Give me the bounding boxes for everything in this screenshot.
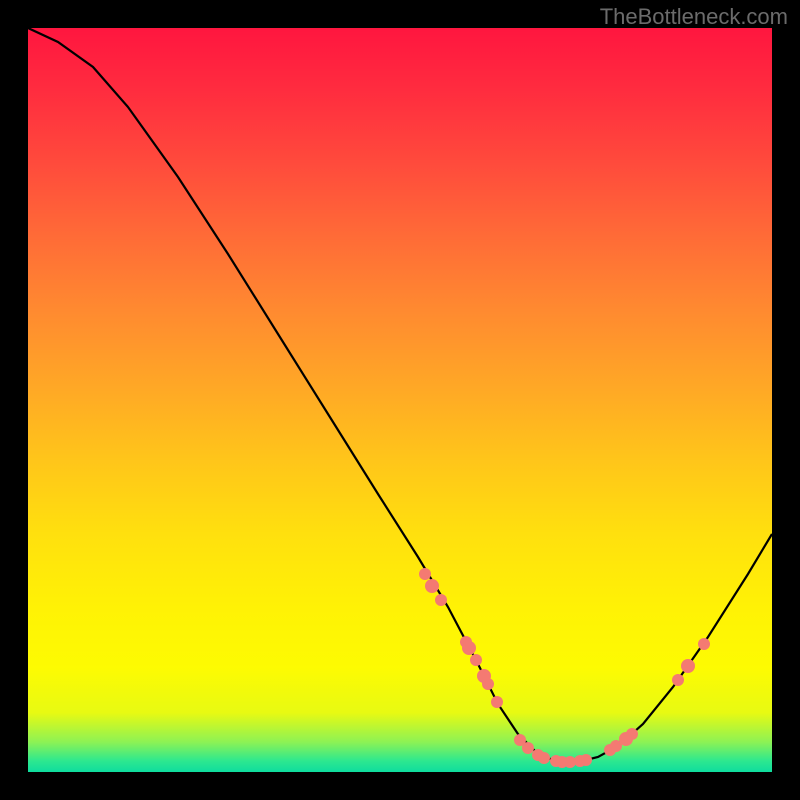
data-point [419, 568, 431, 580]
data-point [435, 594, 447, 606]
data-point [462, 641, 476, 655]
data-point [672, 674, 684, 686]
plot-area [28, 28, 772, 772]
data-point [681, 659, 695, 673]
data-point [491, 696, 503, 708]
data-dots [419, 568, 710, 768]
data-point [698, 638, 710, 650]
data-point [425, 579, 439, 593]
data-point [470, 654, 482, 666]
chart-svg [28, 28, 772, 772]
data-point [482, 678, 494, 690]
watermark-text: TheBottleneck.com [600, 4, 788, 30]
bottleneck-curve [28, 28, 772, 762]
data-point [626, 728, 638, 740]
data-point [580, 754, 592, 766]
data-point [538, 752, 550, 764]
data-point [522, 742, 534, 754]
